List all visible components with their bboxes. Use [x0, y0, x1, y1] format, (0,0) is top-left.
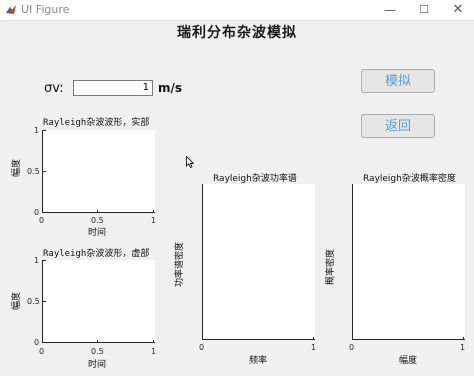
axes-psd-ylabel: 功率谱密度: [175, 241, 185, 287]
xtick-mark: [313, 337, 314, 340]
axes-psd-plot-area: [202, 184, 315, 340]
back-button[interactable]: 返回: [361, 114, 435, 138]
sigma-unit-label: m/s: [158, 81, 183, 95]
xtick-mark: [153, 340, 154, 343]
axes-imag-xtick: 1: [151, 347, 157, 356]
axes-psd-title: Rayleigh杂波功率谱: [213, 174, 297, 184]
axes-real-ytick: 0.5: [27, 167, 40, 176]
close-icon[interactable]: ✕: [438, 0, 474, 20]
ytick-mark: [43, 301, 46, 302]
axes-pdf-plot-area: [352, 184, 465, 340]
axes-imag-ytick: 0.5: [27, 297, 40, 306]
axes-real-xtick: 0: [39, 216, 45, 225]
xtick-mark: [463, 337, 464, 340]
axes-imag-ytick: 0: [34, 338, 40, 347]
xtick-mark: [153, 210, 154, 213]
axes-psd-xtick: 1: [311, 343, 317, 352]
ytick-mark: [43, 171, 46, 172]
axes-real-ylabel: 幅度: [12, 158, 22, 177]
axes-imag-title: Rayleigh杂波波形，虚部: [43, 249, 150, 259]
mouse-cursor-icon: [186, 156, 194, 168]
axes-psd-xlabel: 频率: [249, 356, 268, 366]
matlab-app-icon: [6, 5, 16, 14]
axes-imag-ylabel: 幅度: [12, 291, 22, 310]
axes-real-xtick: 1: [151, 216, 157, 225]
ytick-mark: [43, 130, 46, 131]
axes-real-xtick: 0.5: [91, 216, 104, 225]
axes-real-plot-area: [42, 130, 155, 213]
sigma-label: σv:: [44, 81, 64, 96]
axes-pdf-title: Rayleigh杂波概率密度: [363, 174, 456, 184]
simulate-button[interactable]: 模拟: [361, 69, 435, 93]
axes-real-title: Rayleigh杂波波形，实部: [43, 118, 150, 128]
axes-pdf-xtick: 1: [460, 343, 466, 352]
xtick-mark: [97, 210, 98, 213]
axes-imag-plot-area: [42, 260, 155, 343]
axes-imag-xtick: 0.5: [91, 347, 104, 356]
axes-pdf-xlabel: 幅度: [399, 356, 418, 366]
axes-psd-xtick: 0: [199, 343, 205, 352]
xtick-mark: [97, 340, 98, 343]
window-title: UI Figure: [21, 3, 70, 16]
axes-real-ytick: 1: [34, 126, 40, 135]
axes-imag-xtick: 0: [39, 347, 45, 356]
axes-imag-xlabel: 时间: [88, 360, 107, 370]
figure-title: 瑞利分布杂波模拟: [177, 25, 297, 41]
window-titlebar: UI Figure — ☐ ✕: [0, 0, 474, 21]
axes-pdf-ylabel: 概率密度: [326, 248, 336, 285]
ytick-mark: [43, 260, 46, 261]
axes-real-xlabel: 时间: [88, 228, 107, 238]
sigma-input[interactable]: 1: [73, 80, 153, 96]
axes-imag-ytick: 1: [34, 256, 40, 265]
axes-pdf-xtick: 0: [349, 343, 355, 352]
